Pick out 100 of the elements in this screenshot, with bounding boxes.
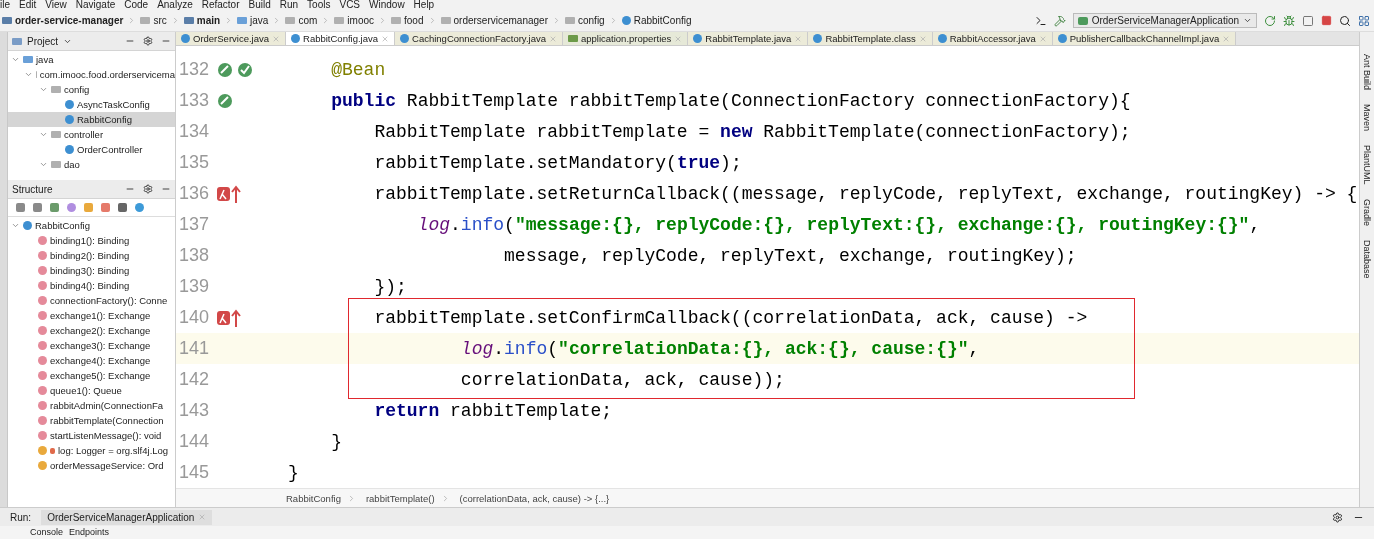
tree-item[interactable]: OrderController xyxy=(8,142,175,157)
close-icon[interactable] xyxy=(381,34,390,43)
menu-item[interactable]: Navigate xyxy=(75,0,116,10)
run-config-dropdown[interactable]: OrderServiceManagerApplication xyxy=(1072,13,1257,28)
close-icon[interactable] xyxy=(272,34,281,43)
tree-item[interactable]: connectionFactory(): Conne xyxy=(8,293,175,308)
tool-window-button[interactable]: Ant Build xyxy=(1362,54,1372,91)
tree-item[interactable]: binding4(): Binding xyxy=(8,278,175,293)
nav-crumb[interactable]: java xyxy=(237,15,269,26)
nav-crumb[interactable]: config xyxy=(565,15,605,26)
menu-item[interactable]: Help xyxy=(413,0,435,10)
close-icon[interactable] xyxy=(918,34,927,43)
tree-item[interactable]: RabbitConfig xyxy=(8,112,175,127)
terminal-icon[interactable] xyxy=(1034,14,1047,27)
bottom-tab[interactable]: Endpoints xyxy=(69,526,110,539)
nav-crumb[interactable]: imooc xyxy=(334,15,375,26)
close-icon[interactable] xyxy=(1222,34,1231,43)
menu-item[interactable]: Analyze xyxy=(157,0,193,10)
editor-tab[interactable]: RabbitTemplate.java xyxy=(688,32,809,45)
settings-icon[interactable] xyxy=(143,36,153,46)
close-icon[interactable] xyxy=(1038,34,1047,43)
chevron-down-icon xyxy=(1243,16,1252,25)
debug-icon[interactable] xyxy=(1283,14,1295,27)
tree-item[interactable]: rabbitAdmin(ConnectionFa xyxy=(8,398,175,413)
tree-item[interactable]: queue1(): Queue xyxy=(8,383,175,398)
tree-item[interactable]: exchange5(): Exchange xyxy=(8,368,175,383)
settings-icon[interactable] xyxy=(143,184,153,194)
nav-crumb[interactable]: food xyxy=(391,15,424,26)
lock-filter-icon[interactable] xyxy=(101,203,110,212)
close-icon[interactable] xyxy=(794,34,803,43)
tool-window-button[interactable]: PlantUML xyxy=(1362,145,1372,185)
menu-item[interactable]: Tools xyxy=(307,0,331,10)
inherited-icon[interactable] xyxy=(50,203,59,212)
nav-crumb[interactable]: main xyxy=(183,15,221,26)
editor-tab[interactable]: OrderService.java xyxy=(176,32,287,45)
breadcrumb-item[interactable]: rabbitTemplate() xyxy=(365,492,435,504)
breadcrumb-item[interactable]: RabbitConfig xyxy=(286,492,341,504)
property-icon[interactable] xyxy=(67,203,76,212)
tree-item[interactable]: exchange4(): Exchange xyxy=(8,353,175,368)
tree-item[interactable]: binding1(): Binding xyxy=(8,233,175,248)
tree-item[interactable]: RabbitConfig xyxy=(8,218,175,233)
circle-icon[interactable] xyxy=(135,203,144,212)
menu-item[interactable]: Run xyxy=(279,0,299,10)
check-icon xyxy=(236,60,254,79)
grid-icon[interactable] xyxy=(1358,14,1370,27)
hammer-icon[interactable] xyxy=(1053,14,1066,27)
tree-item[interactable]: controller xyxy=(8,127,175,142)
menu-item[interactable]: View xyxy=(45,0,67,10)
tree-item[interactable]: log: Logger = org.slf4j.Log xyxy=(8,443,175,458)
tree-item[interactable]: binding2(): Binding xyxy=(8,248,175,263)
tree-item[interactable]: dao xyxy=(8,157,175,172)
tree-item[interactable]: exchange2(): Exchange xyxy=(8,323,175,338)
line-number: 145 xyxy=(177,462,209,483)
nav-crumb[interactable]: com xyxy=(285,15,318,26)
tree-item[interactable]: config xyxy=(8,82,175,97)
tree-item[interactable]: startListenMessage(): void xyxy=(8,428,175,443)
nav-crumb[interactable]: src xyxy=(140,15,167,26)
editor-tab[interactable]: CachingConnectionFactory.java xyxy=(395,32,563,45)
tree-label: exchange1(): Exchange xyxy=(50,310,151,321)
editor-tab[interactable]: application.properties xyxy=(563,32,689,45)
menu-item[interactable]: Build xyxy=(248,0,271,10)
nav-crumb[interactable]: RabbitConfig xyxy=(621,15,692,26)
close-icon[interactable] xyxy=(674,34,683,43)
search-icon[interactable] xyxy=(1339,14,1351,27)
panel-title[interactable]: Project xyxy=(27,35,59,47)
rerun-icon[interactable] xyxy=(1264,14,1276,27)
editor-tab[interactable]: PublisherCallbackChannelImpl.java xyxy=(1052,32,1237,45)
tree-item[interactable]: exchange3(): Exchange xyxy=(8,338,175,353)
menu-item[interactable]: Window xyxy=(369,0,405,10)
tree-item[interactable]: orderMessageService: Ord xyxy=(8,458,175,473)
menu-item[interactable]: Code xyxy=(124,0,149,10)
tree-item[interactable]: rabbitTemplate(Connection xyxy=(8,413,175,428)
field-filter-icon[interactable] xyxy=(84,203,93,212)
class-icon xyxy=(400,34,410,43)
menu-item[interactable]: Edit xyxy=(19,0,37,10)
editor-tab[interactable]: RabbitTemplate.class xyxy=(808,32,933,45)
nav-crumb[interactable]: orderservicemanager xyxy=(440,15,548,26)
run-tab[interactable]: OrderServiceManagerApplication xyxy=(41,509,213,525)
tool-window-button[interactable]: Maven xyxy=(1362,104,1372,132)
editor-tab[interactable]: RabbitAccessor.java xyxy=(932,32,1053,45)
filter-icon[interactable] xyxy=(118,203,127,212)
settings-icon[interactable] xyxy=(1332,511,1343,523)
menu-item[interactable]: Refactor xyxy=(201,0,240,10)
bottom-tab[interactable]: Console xyxy=(30,526,64,539)
menu-item[interactable]: VCS xyxy=(339,0,361,10)
close-icon[interactable] xyxy=(549,34,557,43)
tree-item[interactable]: java xyxy=(8,52,175,67)
editor-tab[interactable]: RabbitConfig.java xyxy=(286,32,396,45)
coverage-icon[interactable] xyxy=(1302,14,1314,27)
tree-item[interactable]: exchange1(): Exchange xyxy=(8,308,175,323)
tree-item[interactable]: com.imooc.food.orderservicema xyxy=(8,67,175,82)
nav-crumb[interactable]: order-service-manager xyxy=(2,15,124,26)
close-icon[interactable] xyxy=(198,513,207,521)
menu-item[interactable]: ile xyxy=(0,0,10,10)
tree-item[interactable]: AsyncTaskConfig xyxy=(8,97,175,112)
breadcrumb-item[interactable]: (correlationData, ack, cause) -> {...} xyxy=(459,492,610,504)
stop-icon[interactable] xyxy=(1321,15,1332,26)
tree-item[interactable]: binding3(): Binding xyxy=(8,263,175,278)
tool-window-button[interactable]: Database xyxy=(1362,239,1372,279)
tool-window-button[interactable]: Gradle xyxy=(1362,198,1372,226)
